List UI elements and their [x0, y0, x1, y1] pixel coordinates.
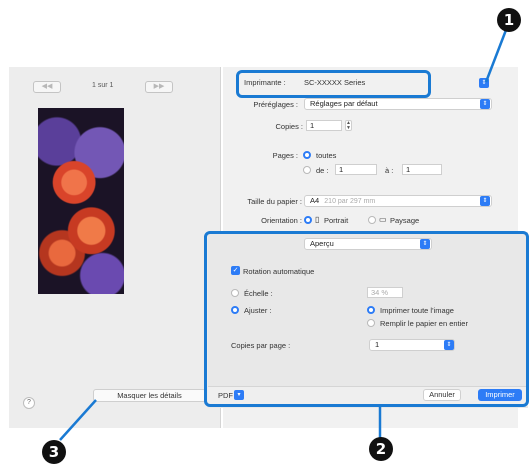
orientation-landscape-label: Paysage: [390, 216, 420, 225]
callout-badge-1: 1: [497, 8, 521, 32]
pages-to-input[interactable]: 1: [402, 164, 442, 175]
previous-page-button[interactable]: ◀◀: [33, 81, 61, 93]
presets-popup[interactable]: Réglages par défaut: [304, 98, 492, 110]
copies-input[interactable]: 1: [306, 120, 342, 131]
printer-highlight-frame: [236, 70, 431, 98]
pages-to-label: à :: [385, 166, 394, 175]
pages-all-label: toutes: [316, 151, 337, 160]
pages-from-label: de :: [316, 166, 329, 175]
hide-details-button[interactable]: Masquer les détails: [93, 389, 206, 402]
paper-size-label: Taille du papier :: [247, 197, 302, 206]
copies-stepper[interactable]: ▲ ▼: [345, 120, 352, 131]
pages-label: Pages :: [272, 151, 298, 160]
help-button[interactable]: ?: [23, 397, 35, 409]
next-page-button[interactable]: ▶▶: [145, 81, 173, 93]
pages-all-radio[interactable]: [303, 151, 311, 159]
copies-label: Copies :: [275, 122, 303, 131]
paper-size-popup[interactable]: A4 210 par 297 mm: [304, 195, 492, 207]
preview-image: [38, 108, 124, 294]
pages-range-radio[interactable]: [303, 166, 311, 174]
orientation-landscape-radio[interactable]: [368, 216, 376, 224]
paper-size-value: A4: [310, 196, 320, 205]
orientation-portrait-label: Portrait: [324, 216, 349, 225]
callout-badge-3: 3: [42, 440, 66, 464]
page-counter: 1 sur 1: [92, 82, 114, 89]
portrait-icon: ▯: [315, 215, 320, 224]
printer-popup-arrow[interactable]: ⇕: [479, 78, 489, 88]
callout-badge-2: 2: [369, 437, 393, 461]
options-highlight-frame: [204, 231, 529, 407]
orientation-label: Orientation :: [261, 216, 302, 225]
landscape-icon: ▭: [379, 215, 387, 224]
orientation-portrait-radio[interactable]: [304, 216, 312, 224]
paper-size-popup-arrow[interactable]: ⇕: [480, 196, 490, 206]
pages-from-input[interactable]: 1: [335, 164, 377, 175]
presets-label: Préréglages :: [253, 100, 298, 109]
presets-popup-arrow[interactable]: ⇕: [480, 99, 490, 109]
paper-size-dimensions: 210 par 297 mm: [324, 198, 376, 205]
presets-value: Réglages par défaut: [310, 99, 378, 108]
